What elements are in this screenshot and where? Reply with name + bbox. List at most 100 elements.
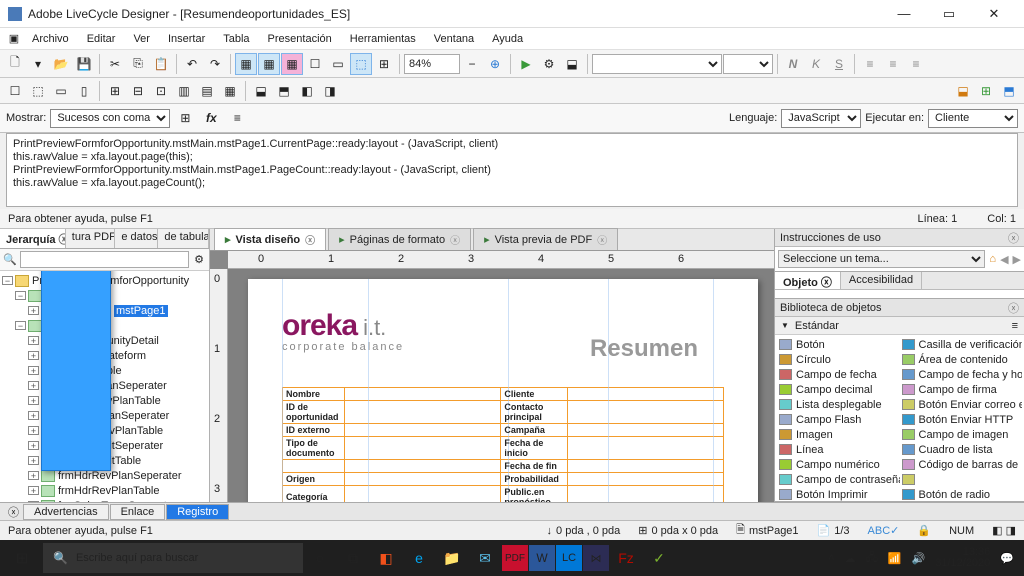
align-right-button[interactable]: ≡ [905, 53, 927, 75]
script-btn1[interactable]: ⊞ [174, 107, 196, 129]
left-tab[interactable]: de tabula [158, 229, 209, 248]
doc-tab[interactable]: ▸ Vista previa de PDF ⓧ [473, 228, 618, 250]
menu-ver[interactable]: Ver [125, 31, 158, 47]
lib-menu-icon[interactable]: ≡ [1012, 320, 1018, 332]
layout3-button[interactable]: ⬚ [350, 53, 372, 75]
lib-item[interactable]: Círculo [777, 352, 900, 367]
app9-icon[interactable]: Fz [610, 542, 642, 574]
t2-2[interactable]: ⬚ [27, 80, 49, 102]
font-select[interactable] [592, 54, 722, 74]
paste-button[interactable]: 📋 [150, 53, 172, 75]
lib-item[interactable]: Campo Flash [777, 412, 900, 427]
lib-item[interactable]: Cuadro de lista [900, 442, 1023, 457]
menu-presentación[interactable]: Presentación [260, 31, 340, 47]
lib-item[interactable]: Campo de fecha [777, 367, 900, 382]
zoom-in-button[interactable]: ⊕ [484, 53, 506, 75]
bottom-tab[interactable]: Registro [166, 504, 229, 520]
t2-10[interactable]: ▦ [219, 80, 241, 102]
bold-button[interactable]: N [782, 53, 804, 75]
search-icon[interactable]: 🔍 [2, 252, 18, 268]
object-tab[interactable]: Objeto ⓧ [775, 272, 841, 289]
minimize-button[interactable]: — [882, 2, 926, 26]
theme-select[interactable]: Seleccione un tema... [778, 250, 985, 268]
new-dropdown[interactable]: ▾ [27, 53, 49, 75]
page[interactable]: orekai.t. corporate balance Resumen Nomb… [248, 279, 758, 502]
grid3-button[interactable]: ▦ [281, 53, 303, 75]
cortana-icon[interactable]: ○ [304, 542, 336, 574]
start-button[interactable]: ⊞ [2, 540, 42, 576]
taskbar[interactable]: ⊞ 🔍 Escribe aquí para buscar ○ ⧉ ◧ e 📁 ✉… [0, 540, 1024, 576]
app1-icon[interactable]: ◧ [370, 542, 402, 574]
script-btn2[interactable]: fx [200, 107, 222, 129]
hierarchy-tree[interactable]: −PrintPreviewFormforOpportunity −mstMain… [0, 271, 209, 502]
bottom-tab[interactable]: Enlace [110, 504, 166, 520]
design-canvas[interactable]: orekai.t. corporate balance Resumen Nomb… [228, 269, 774, 502]
app10-icon[interactable]: ✓ [643, 542, 675, 574]
left-tab[interactable]: e datos [115, 229, 158, 248]
t2-11[interactable]: ⬓ [250, 80, 272, 102]
nav-fwd-icon[interactable]: ▶ [1013, 253, 1021, 266]
bottom-close-icon[interactable]: ⓧ [4, 504, 23, 520]
app4-icon[interactable]: ✉ [469, 542, 501, 574]
lib-item[interactable]: Área de contenido [900, 352, 1023, 367]
taskview-icon[interactable]: ⧉ [337, 542, 369, 574]
filter-icon[interactable]: ⚙ [191, 252, 207, 268]
tray-wifi-icon[interactable]: 📶 [888, 552, 902, 565]
lib-item[interactable]: Botón [777, 337, 900, 352]
script-btn3[interactable]: ≡ [226, 107, 248, 129]
lib-item[interactable]: Campo decimal [777, 382, 900, 397]
t2-4[interactable]: ▯ [73, 80, 95, 102]
t2-6[interactable]: ⊟ [127, 80, 149, 102]
lib-item[interactable]: Botón de radio [900, 487, 1023, 501]
doc-tab[interactable]: ▸ Páginas de formato ⓧ [328, 228, 471, 250]
layout4-button[interactable]: ⊞ [373, 53, 395, 75]
save-button[interactable]: 💾 [73, 53, 95, 75]
run-select[interactable]: Cliente [928, 109, 1018, 128]
tray-net-icon[interactable]: 🖧 [866, 549, 878, 568]
app2-icon[interactable]: e [403, 542, 435, 574]
lib-item[interactable]: Campo numérico [777, 457, 900, 472]
t2-r3[interactable]: ⬒ [998, 80, 1020, 102]
panel-close-icon[interactable]: ⓧ [1008, 230, 1019, 246]
tray-up-icon[interactable]: ˄ [828, 552, 834, 564]
menu-tabla[interactable]: Tabla [215, 31, 257, 47]
tool-a-button[interactable]: ⚙ [538, 53, 560, 75]
hierarchy-search[interactable] [20, 251, 189, 268]
bottom-tab[interactable]: Advertencias [23, 504, 109, 520]
events-select[interactable]: Sucesos con comand [50, 109, 170, 128]
t2-5[interactable]: ⊞ [104, 80, 126, 102]
zoom-input[interactable] [404, 54, 460, 74]
lib-item[interactable]: Botón Enviar HTTP [900, 412, 1023, 427]
lib-item[interactable]: Código de barras de los formulari [900, 457, 1023, 472]
lib-item[interactable]: Casilla de verificación [900, 337, 1023, 352]
t2-14[interactable]: ◨ [319, 80, 341, 102]
clock[interactable]: 13:3631/12/2020 [935, 547, 990, 569]
italic-button[interactable]: K [805, 53, 827, 75]
app6-icon[interactable]: W [529, 545, 555, 571]
lib-item[interactable]: Lista desplegable [777, 397, 900, 412]
layout1-button[interactable]: ☐ [304, 53, 326, 75]
lib-item[interactable]: Campo de contraseña [777, 472, 900, 487]
t2-r2[interactable]: ⊞ [975, 80, 997, 102]
layout2-button[interactable]: ▭ [327, 53, 349, 75]
nav-back-icon[interactable]: ◀ [1000, 253, 1008, 266]
zoom-out-button[interactable]: − [461, 53, 483, 75]
lib-item[interactable]: Botón Enviar correo electrónico [900, 397, 1023, 412]
align-left-button[interactable]: ≡ [859, 53, 881, 75]
tray-cloud-icon[interactable]: ☁ [845, 552, 856, 565]
close-button[interactable]: ✕ [972, 2, 1016, 26]
t2-9[interactable]: ▤ [196, 80, 218, 102]
tray-vol-icon[interactable]: 🔊 [912, 552, 926, 565]
app3-icon[interactable]: 📁 [436, 542, 468, 574]
menu-editar[interactable]: Editar [79, 31, 124, 47]
home-icon[interactable]: ⌂ [989, 253, 996, 265]
t2-1[interactable]: ☐ [4, 80, 26, 102]
lib-item[interactable]: Campo de imagen [900, 427, 1023, 442]
lib-close-icon[interactable]: ⓧ [1008, 300, 1019, 316]
form-table[interactable]: NombreClienteID de oportunidadContacto p… [282, 387, 724, 502]
mdi-icon[interactable]: ▣ [6, 30, 22, 47]
tool-b-button[interactable]: ⬓ [561, 53, 583, 75]
size-select[interactable] [723, 54, 773, 74]
menu-archivo[interactable]: Archivo [24, 31, 77, 47]
undo-button[interactable]: ↶ [181, 53, 203, 75]
